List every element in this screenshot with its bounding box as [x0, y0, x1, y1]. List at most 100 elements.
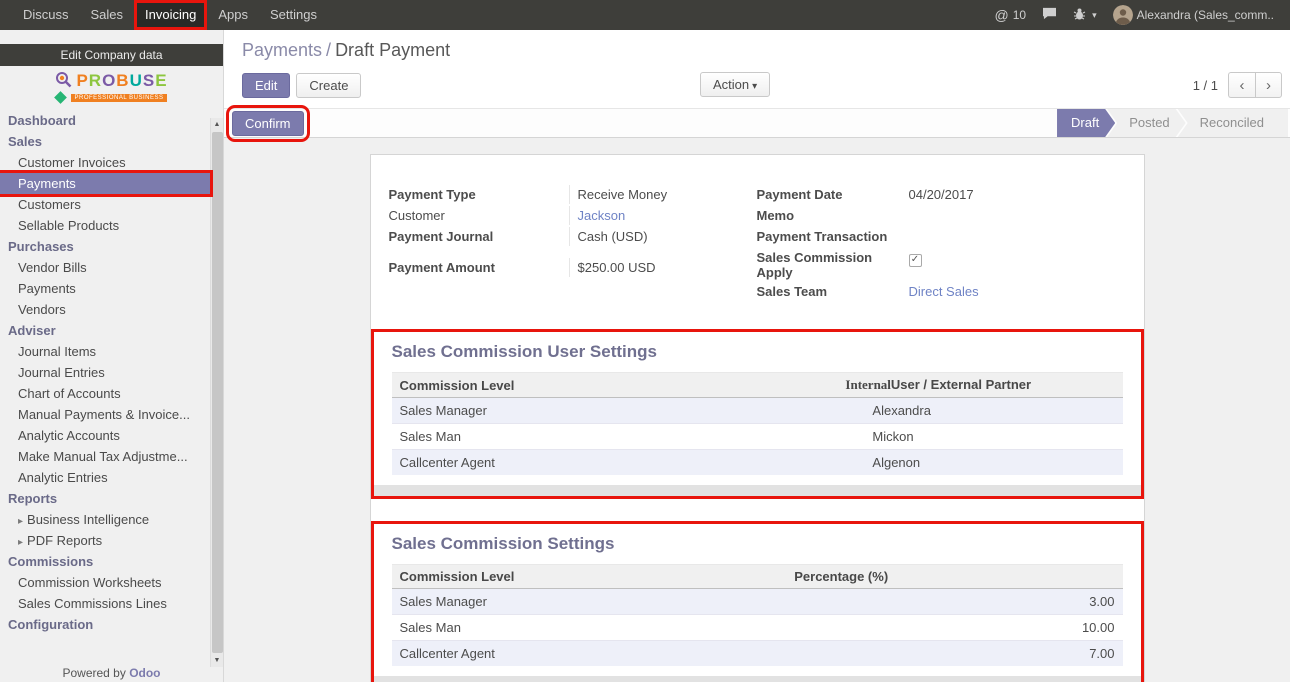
sidebar-item-label: Journal Entries	[18, 365, 105, 380]
topbar-right: @ 10 ▾ Alexandra (Sales_comm..	[987, 0, 1290, 30]
user-menu[interactable]: Alexandra (Sales_comm..	[1105, 0, 1282, 30]
odoo-brand-link[interactable]: Odoo	[129, 666, 160, 680]
sidebar-item-customer-invoices[interactable]: Customer Invoices	[0, 152, 210, 173]
sidebar-item-label: Vendor Bills	[18, 260, 87, 275]
logo-letter: P	[76, 71, 88, 90]
logo-tagline: PROFESSIONAL BUSINESS	[71, 94, 168, 102]
status-step-draft[interactable]: Draft	[1057, 109, 1115, 137]
sidebar-scrollbar[interactable]: ▲ ▼	[210, 118, 223, 667]
sidebar-item-payments[interactable]: Payments	[0, 278, 210, 299]
field-value: Cash (USD)	[569, 227, 757, 246]
bug-icon	[1073, 7, 1086, 23]
sidebar-item-analytic-entries[interactable]: Analytic Entries	[0, 467, 210, 488]
field-value: 04/20/2017	[901, 185, 1126, 204]
sidebar-section-configuration[interactable]: Configuration	[0, 614, 223, 635]
sidebar-item-label: Vendors	[18, 302, 66, 317]
sidebar-item-pdf-reports[interactable]: ▸PDF Reports	[0, 530, 210, 551]
field-link-direct-sales[interactable]: Direct Sales	[909, 284, 979, 299]
column-header-commission-level[interactable]: Commission Level	[392, 373, 838, 398]
logo-letter: R	[89, 71, 102, 90]
menu-invoicing[interactable]: Invoicing	[134, 0, 207, 30]
sidebar-item-sales-commissions-lines[interactable]: Sales Commissions Lines	[0, 593, 210, 614]
table-row[interactable]: Sales Manager3.00	[392, 589, 1123, 615]
form-left-group: Payment TypeReceive MoneyCustomerJackson…	[389, 185, 757, 303]
pager-prev-button[interactable]: ‹	[1228, 72, 1255, 98]
menu-discuss[interactable]: Discuss	[12, 0, 80, 30]
table-row[interactable]: Sales ManagerAlexandra	[392, 398, 1123, 424]
sidebar-section-reports[interactable]: Reports	[0, 488, 223, 509]
sidebar-section-dashboard[interactable]: Dashboard	[0, 110, 223, 131]
topbar-menus: DiscussSalesInvoicingAppsSettings	[0, 0, 328, 30]
pager-next-button[interactable]: ›	[1255, 72, 1282, 98]
pager-buttons: ‹ ›	[1228, 72, 1282, 98]
commission-apply-checkbox[interactable]: ✓	[909, 254, 922, 267]
table-header-row: Commission LevelInternalUser / External …	[392, 373, 1123, 398]
form-field-sales-team: Sales TeamDirect Sales	[757, 282, 1126, 303]
sidebar-section-adviser[interactable]: Adviser	[0, 320, 223, 341]
sidebar-nav: DashboardSalesCustomer InvoicesPaymentsC…	[0, 110, 223, 635]
create-button[interactable]: Create	[296, 73, 361, 98]
sidebar-section-sales[interactable]: Sales	[0, 131, 223, 152]
form-field-payment-date: Payment Date04/20/2017	[757, 185, 1126, 206]
control-buttons: Edit Create Action▾ 1 / 1 ‹ ›	[242, 72, 1282, 98]
edit-company-data-button[interactable]: Edit Company data	[0, 44, 223, 66]
sidebar-item-chart-of-accounts[interactable]: Chart of Accounts	[0, 383, 210, 404]
scrollbar-thumb[interactable]	[212, 132, 223, 653]
action-dropdown[interactable]: Action▾	[700, 72, 770, 97]
column-header-commission-level[interactable]: Commission Level	[392, 565, 787, 589]
table-row[interactable]: Sales Man10.00	[392, 615, 1123, 641]
field-label: Sales Commission Apply	[757, 248, 901, 282]
status-bar: Confirm DraftPostedReconciled	[224, 108, 1290, 138]
status-step-reconciled[interactable]: Reconciled	[1178, 109, 1288, 137]
column-header-internal-user-external-partner[interactable]: InternalUser / External Partner	[837, 373, 1122, 398]
scroll-up-icon[interactable]: ▲	[211, 118, 223, 131]
column-header-percentage[interactable]: Percentage (%)	[786, 565, 1122, 589]
logo-letter: O	[102, 71, 116, 90]
company-logo[interactable]: PROBUSE PROFESSIONAL BUSINESS	[0, 66, 223, 104]
status-step-posted[interactable]: Posted	[1107, 109, 1185, 137]
sidebar-item-label: Make Manual Tax Adjustme...	[18, 449, 188, 464]
sidebar-item-commission-worksheets[interactable]: Commission Worksheets	[0, 572, 210, 593]
confirm-button[interactable]: Confirm	[232, 111, 304, 136]
action-dropdown-wrap: Action▾	[700, 72, 770, 97]
magnifier-icon	[55, 71, 72, 91]
menu-apps[interactable]: Apps	[207, 0, 259, 30]
menu-sales[interactable]: Sales	[80, 0, 135, 30]
commission-settings-table: Commission LevelPercentage (%)Sales Mana…	[392, 564, 1123, 666]
sidebar-item-business-intelligence[interactable]: ▸Business Intelligence	[0, 509, 210, 530]
breadcrumb-payments[interactable]: Payments	[242, 40, 322, 60]
sidebar-item-label: Journal Items	[18, 344, 96, 359]
debug-menu-button[interactable]: ▾	[1065, 0, 1105, 30]
sidebar-item-make-manual-tax-adjustme[interactable]: Make Manual Tax Adjustme...	[0, 446, 210, 467]
diamond-icon	[54, 91, 67, 104]
sidebar-item-label: Business Intelligence	[27, 512, 149, 527]
logo-letter: B	[116, 71, 129, 90]
sidebar-item-journal-entries[interactable]: Journal Entries	[0, 362, 210, 383]
field-label: Payment Date	[757, 185, 901, 204]
sidebar-item-payments[interactable]: Payments	[0, 173, 210, 194]
sidebar-section-purchases[interactable]: Purchases	[0, 236, 223, 257]
sidebar-item-vendor-bills[interactable]: Vendor Bills	[0, 257, 210, 278]
menu-settings[interactable]: Settings	[259, 0, 328, 30]
sidebar-item-analytic-accounts[interactable]: Analytic Accounts	[0, 425, 210, 446]
powered-by-text: Powered by	[62, 666, 125, 680]
sidebar: Edit Company data PROBUSE PROFESSIONAL B…	[0, 30, 224, 682]
logo-tagline-row: PROFESSIONAL BUSINESS	[14, 93, 209, 102]
field-value: $250.00 USD	[569, 258, 757, 277]
field-label: Payment Type	[389, 185, 569, 204]
sidebar-item-manual-payments-invoice[interactable]: Manual Payments & Invoice...	[0, 404, 210, 425]
activity-mentions-button[interactable]: @ 10	[987, 0, 1035, 30]
table-row[interactable]: Callcenter AgentAlgenon	[392, 450, 1123, 476]
messages-button[interactable]	[1034, 0, 1065, 30]
sidebar-item-vendors[interactable]: Vendors	[0, 299, 210, 320]
sidebar-item-customers[interactable]: Customers	[0, 194, 210, 215]
edit-button[interactable]: Edit	[242, 73, 290, 98]
field-link-jackson[interactable]: Jackson	[578, 208, 626, 223]
table-row[interactable]: Sales ManMickon	[392, 424, 1123, 450]
action-label: Action	[713, 77, 749, 92]
sidebar-section-commissions[interactable]: Commissions	[0, 551, 223, 572]
table-row[interactable]: Callcenter Agent7.00	[392, 641, 1123, 667]
sidebar-item-journal-items[interactable]: Journal Items	[0, 341, 210, 362]
sidebar-item-label: Sales Commissions Lines	[18, 596, 167, 611]
sidebar-item-sellable-products[interactable]: Sellable Products	[0, 215, 210, 236]
